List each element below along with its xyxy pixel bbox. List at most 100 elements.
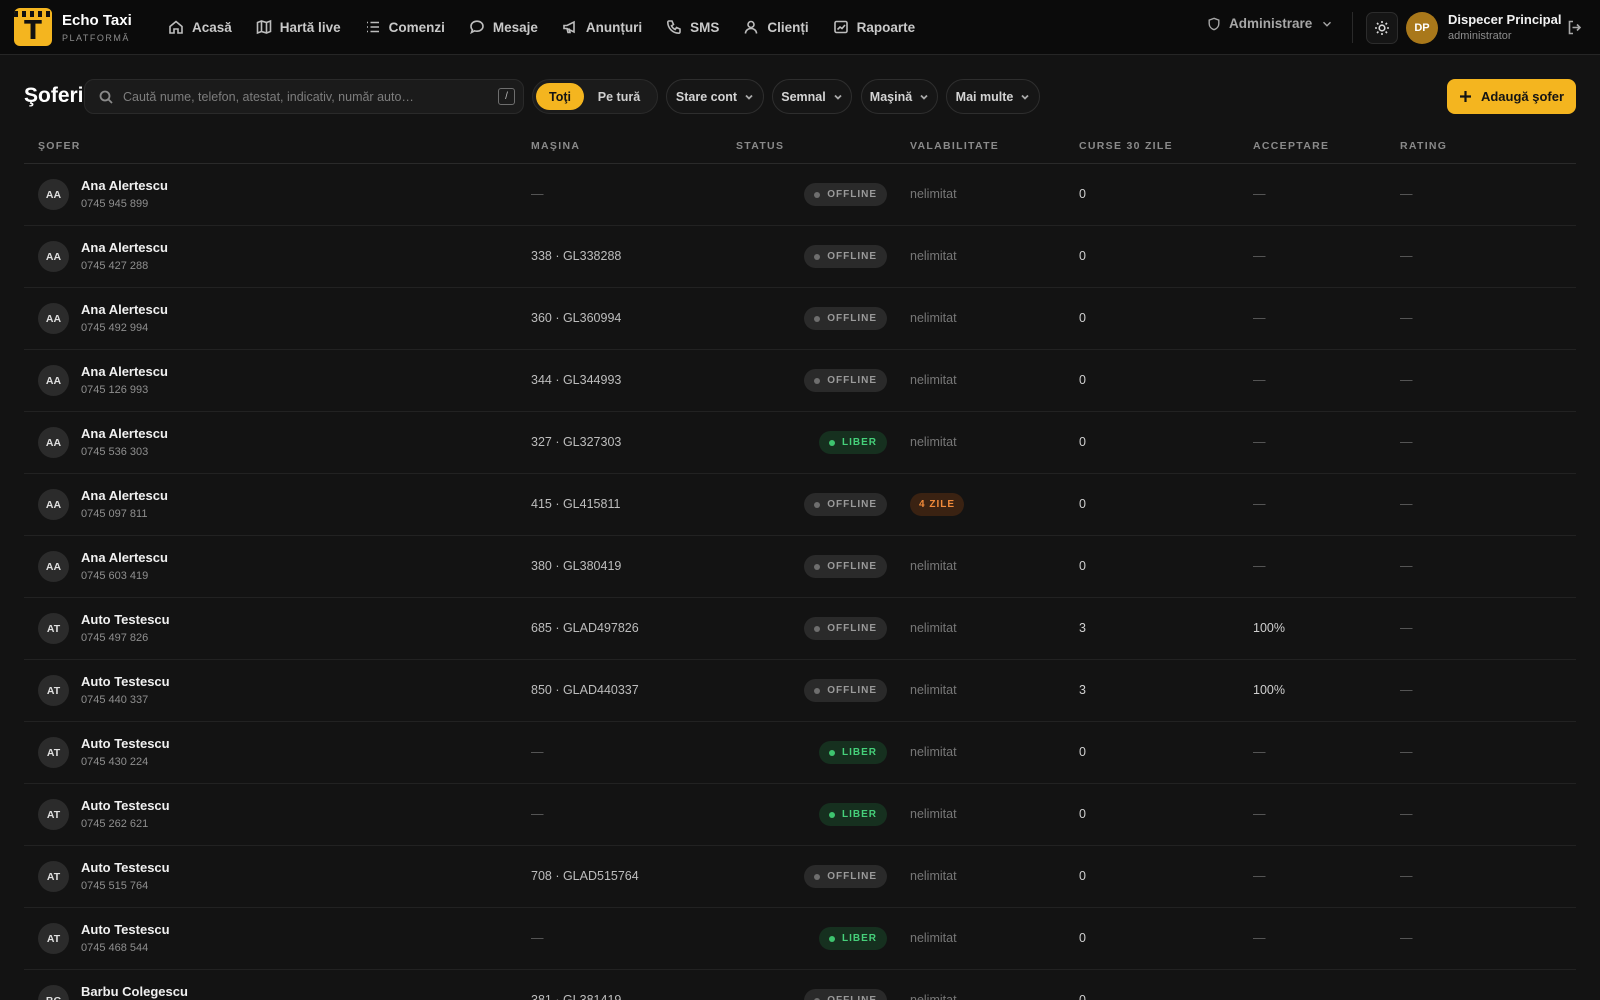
driver-name[interactable]: Auto Testescu bbox=[81, 736, 170, 751]
add-driver-button[interactable]: Adaugă şofer bbox=[1447, 79, 1576, 114]
tab-on-shift[interactable]: Pe tură bbox=[584, 83, 654, 110]
logout-icon bbox=[1568, 20, 1582, 35]
add-driver-label: Adaugă şofer bbox=[1480, 89, 1565, 104]
driver-name[interactable]: Ana Alertescu bbox=[81, 550, 168, 565]
table-row[interactable]: BC Barbu Colegescu 381 · GL381419 OFFLINE ne… bbox=[24, 970, 1576, 1000]
acceptance-rate: — bbox=[1253, 807, 1266, 821]
user-avatar[interactable]: DP bbox=[1406, 12, 1438, 44]
status-dot-icon bbox=[814, 873, 821, 880]
tab-all[interactable]: Toţi bbox=[536, 83, 584, 110]
driver-car: 708 · GLAD515764 bbox=[531, 869, 639, 883]
top-navigation-bar: T Echo Taxi PLATFORMĂ Acasă Hartă live C… bbox=[0, 0, 1600, 55]
column-header-driver[interactable]: ŞOFER bbox=[38, 140, 81, 152]
column-header-car[interactable]: MAŞINA bbox=[531, 140, 580, 152]
status-dot-icon bbox=[814, 315, 821, 322]
filter-car[interactable]: Maşină bbox=[861, 79, 938, 114]
table-row[interactable]: AA Ana Alertescu 0745 536 303 327 · GL32730… bbox=[24, 412, 1576, 474]
nav-item-home[interactable]: Acasă bbox=[156, 10, 244, 44]
table-row[interactable]: AA Ana Alertescu 0745 126 993 344 · GL34499… bbox=[24, 350, 1576, 412]
search-input[interactable] bbox=[123, 89, 483, 104]
driver-avatar: AT bbox=[38, 737, 69, 768]
nav-item-live-map[interactable]: Hartă live bbox=[244, 10, 353, 44]
table-row[interactable]: AT Auto Testescu 0745 440 337 850 · GLAD440… bbox=[24, 660, 1576, 722]
column-header-validity[interactable]: VALABILITATE bbox=[910, 140, 999, 152]
driver-car: 381 · GL381419 bbox=[531, 993, 622, 1000]
table-row[interactable]: AA Ana Alertescu 0745 603 419 380 · GL38041… bbox=[24, 536, 1576, 598]
nav-item-sms[interactable]: SMS bbox=[654, 10, 731, 44]
table-row[interactable]: AT Auto Testescu 0745 430 224 — LIBER nelimit… bbox=[24, 722, 1576, 784]
driver-rating: — bbox=[1400, 807, 1413, 821]
brand[interactable]: T Echo Taxi PLATFORMĂ bbox=[14, 8, 140, 46]
driver-name[interactable]: Ana Alertescu bbox=[81, 302, 168, 317]
filter-account-status[interactable]: Stare cont bbox=[666, 79, 764, 114]
nav-item-label: SMS bbox=[690, 19, 720, 35]
driver-rating: — bbox=[1400, 311, 1413, 325]
rides-30-days: 3 bbox=[1079, 621, 1086, 635]
divider bbox=[1352, 12, 1353, 43]
driver-name[interactable]: Ana Alertescu bbox=[81, 364, 168, 379]
driver-name[interactable]: Auto Testescu bbox=[81, 612, 170, 627]
table-row[interactable]: AT Auto Testescu 0745 262 621 — LIBER nelimit… bbox=[24, 784, 1576, 846]
table-row[interactable]: AT Auto Testescu 0745 468 544 — LIBER nelimit… bbox=[24, 908, 1576, 970]
chevron-down-icon bbox=[1323, 21, 1332, 27]
table-row[interactable]: AA Ana Alertescu 0745 492 994 360 · GL36099… bbox=[24, 288, 1576, 350]
page-title: Şoferi bbox=[24, 84, 84, 107]
filter-more[interactable]: Mai multe bbox=[946, 79, 1040, 114]
filter-label: Maşină bbox=[869, 89, 913, 104]
table-row[interactable]: AA Ana Alertescu 0745 097 811 415 · GL41581… bbox=[24, 474, 1576, 536]
driver-name[interactable]: Auto Testescu bbox=[81, 922, 170, 937]
status-badge: OFFLINE bbox=[804, 865, 887, 888]
status-dot-icon bbox=[829, 811, 835, 818]
admin-menu[interactable]: Administrare bbox=[1207, 16, 1334, 31]
theme-toggle-button[interactable] bbox=[1366, 12, 1398, 44]
logout-button[interactable] bbox=[1566, 19, 1583, 36]
driver-name[interactable]: Ana Alertescu bbox=[81, 240, 168, 255]
nav-item-orders[interactable]: Comenzi bbox=[353, 10, 457, 44]
driver-avatar: AT bbox=[38, 923, 69, 954]
chevron-down-icon bbox=[834, 94, 842, 100]
acceptance-rate: — bbox=[1253, 497, 1266, 511]
driver-phone: 0745 430 224 bbox=[81, 756, 149, 768]
nav-item-label: Acasă bbox=[192, 19, 232, 35]
acceptance-rate: — bbox=[1253, 435, 1266, 449]
driver-phone: 0745 262 621 bbox=[81, 818, 149, 830]
rides-30-days: 0 bbox=[1079, 249, 1086, 263]
driver-name[interactable]: Ana Alertescu bbox=[81, 426, 168, 441]
status-label: OFFLINE bbox=[827, 623, 877, 634]
driver-rating: — bbox=[1400, 249, 1413, 263]
user-icon bbox=[745, 20, 758, 34]
table-row[interactable]: AT Auto Testescu 0745 497 826 685 · GLAD497… bbox=[24, 598, 1576, 660]
filter-signal[interactable]: Semnal bbox=[772, 79, 852, 114]
taxi-logo-icon: T bbox=[14, 8, 52, 46]
driver-name[interactable]: Auto Testescu bbox=[81, 674, 170, 689]
table-row[interactable]: AT Auto Testescu 0745 515 764 708 · GLAD515… bbox=[24, 846, 1576, 908]
validity-text: nelimitat bbox=[910, 621, 957, 635]
driver-rating: — bbox=[1400, 745, 1413, 759]
nav-item-messages[interactable]: Mesaje bbox=[457, 10, 550, 44]
acceptance-rate: — bbox=[1253, 311, 1266, 325]
segmented-control: Toţi Pe tură bbox=[532, 79, 658, 114]
map-icon bbox=[256, 19, 272, 35]
home-icon bbox=[169, 20, 183, 34]
megaphone-icon bbox=[563, 20, 575, 34]
driver-name[interactable]: Ana Alertescu bbox=[81, 488, 168, 503]
table-row[interactable]: AA Ana Alertescu 0745 427 288 338 · GL33828… bbox=[24, 226, 1576, 288]
nav-item-announcements[interactable]: Anunțuri bbox=[550, 10, 654, 44]
driver-rating: — bbox=[1400, 993, 1413, 1000]
driver-name[interactable]: Barbu Colegescu bbox=[81, 984, 188, 999]
driver-name[interactable]: Auto Testescu bbox=[81, 860, 170, 875]
column-header-rating[interactable]: RATING bbox=[1400, 140, 1447, 152]
driver-car: 380 · GL380419 bbox=[531, 559, 622, 573]
nav-item-clients[interactable]: Clienți bbox=[731, 10, 820, 44]
rides-30-days: 0 bbox=[1079, 993, 1086, 1000]
nav-item-reports[interactable]: Rapoarte bbox=[821, 10, 928, 44]
driver-name[interactable]: Auto Testescu bbox=[81, 798, 170, 813]
table-row[interactable]: AA Ana Alertescu 0745 945 899 — OFFLINE nelim… bbox=[24, 164, 1576, 226]
driver-car: 415 · GL415811 bbox=[531, 497, 621, 511]
column-header-status[interactable]: STATUS bbox=[736, 140, 784, 152]
rides-30-days: 0 bbox=[1079, 311, 1086, 325]
column-header-acceptance[interactable]: ACCEPTARE bbox=[1253, 140, 1329, 152]
driver-name[interactable]: Ana Alertescu bbox=[81, 178, 168, 193]
column-header-rides-30-days[interactable]: CURSE 30 ZILE bbox=[1079, 140, 1173, 152]
rides-30-days: 0 bbox=[1079, 559, 1086, 573]
